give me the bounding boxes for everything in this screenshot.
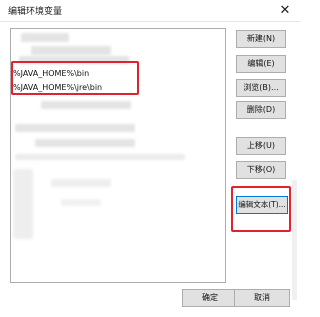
move-down-button[interactable]: 下移(O): [236, 161, 286, 179]
title-bar: 编辑环境变量 ✕: [0, 0, 300, 22]
annotation-box-path-entries: [11, 61, 139, 95]
cancel-button[interactable]: 取消: [234, 289, 290, 307]
annotation-box-edit-text: [231, 186, 291, 232]
list-item-blurred[interactable]: [35, 139, 135, 147]
window-bottom-edge: [0, 310, 300, 317]
list-item-blurred[interactable]: [61, 199, 101, 206]
edit-button[interactable]: 编辑(E): [236, 55, 286, 73]
new-button[interactable]: 新建(N): [236, 30, 286, 48]
list-item-blurred[interactable]: [41, 101, 131, 109]
move-up-button[interactable]: 上移(U): [236, 137, 286, 155]
delete-button[interactable]: 删除(D): [236, 101, 286, 119]
list-item-blurred[interactable]: [21, 33, 69, 42]
scrollbar[interactable]: [292, 180, 297, 300]
list-item-blurred[interactable]: [15, 154, 185, 160]
list-item-blurred[interactable]: [13, 169, 33, 239]
list-item-blurred[interactable]: [15, 124, 135, 132]
ok-button[interactable]: 确定: [182, 289, 238, 307]
close-icon[interactable]: ✕: [270, 0, 300, 21]
list-item-blurred[interactable]: [51, 179, 111, 187]
browse-button[interactable]: 浏览(B)...: [236, 79, 286, 97]
list-item-blurred[interactable]: [31, 46, 111, 55]
window-title: 编辑环境变量: [8, 7, 63, 17]
